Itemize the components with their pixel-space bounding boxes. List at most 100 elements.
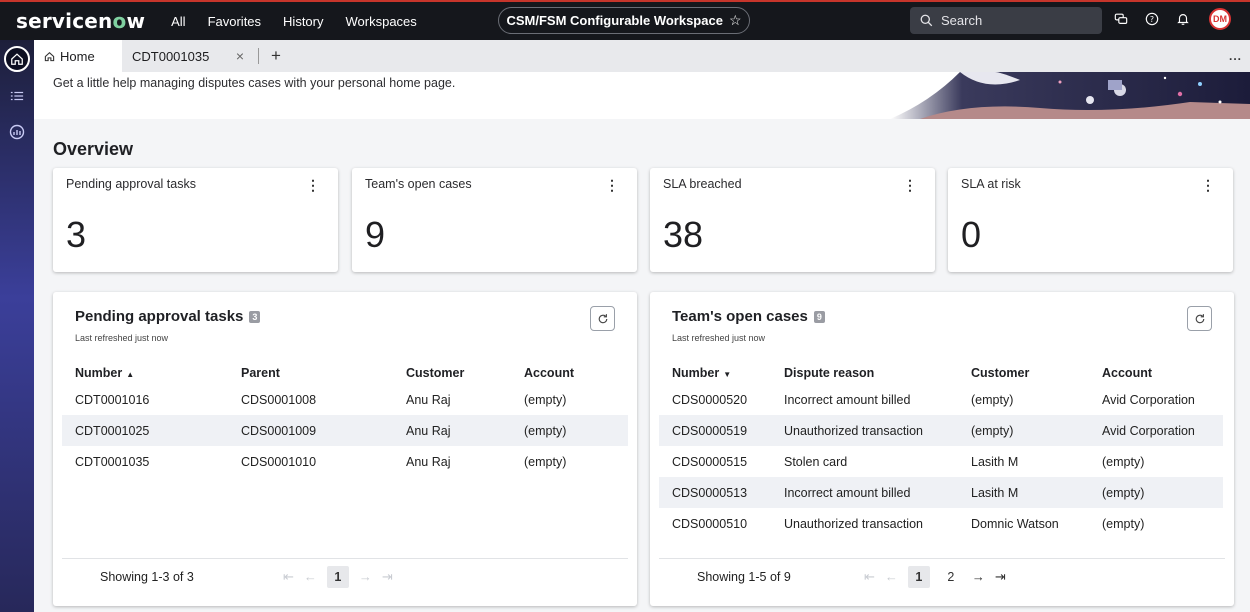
star-icon[interactable]: ☆ xyxy=(729,12,742,29)
kpi-sla-at-risk[interactable]: SLA at risk ⋮ 0 xyxy=(948,168,1233,272)
kebab-menu-icon[interactable]: ⋮ xyxy=(1201,177,1215,194)
table-row: CDS0000520 Incorrect amount billed (empt… xyxy=(659,384,1223,415)
svg-text:?: ? xyxy=(1150,15,1154,24)
col-parent[interactable]: Parent xyxy=(228,362,393,384)
nav-all[interactable]: All xyxy=(171,14,185,29)
close-tab-icon[interactable]: × xyxy=(236,48,244,64)
add-tab-button[interactable]: + xyxy=(263,40,289,72)
parent-link[interactable]: CDS0001009 xyxy=(228,415,393,446)
user-avatar[interactable]: DM xyxy=(1209,8,1231,30)
customer-link[interactable]: Anu Raj xyxy=(393,446,511,477)
help-text: Get a little help managing disputes case… xyxy=(53,76,456,90)
kpi-team-open-cases[interactable]: Team's open cases ⋮ 9 xyxy=(352,168,637,272)
account-link[interactable]: Avid Corporation xyxy=(1089,384,1223,415)
kebab-menu-icon[interactable]: ⋮ xyxy=(306,177,320,194)
table-header: Number ▼ Dispute reason Customer Account xyxy=(659,362,1223,384)
showing-count: Showing 1-3 of 3 xyxy=(100,569,194,584)
number-link[interactable]: CDS0000515 xyxy=(659,446,771,477)
col-customer[interactable]: Customer xyxy=(958,362,1089,384)
account-cell: (empty) xyxy=(511,415,628,446)
sort-desc-icon: ▼ xyxy=(723,370,732,379)
col-number[interactable]: Number ▲ xyxy=(62,362,228,384)
overview-title: Overview xyxy=(53,139,134,159)
number-link[interactable]: CDT0001025 xyxy=(62,415,228,446)
nav-workspaces[interactable]: Workspaces xyxy=(346,14,417,29)
table-row: CDS0000510 Unauthorized transaction Domn… xyxy=(659,508,1223,539)
number-link[interactable]: CDS0000520 xyxy=(659,384,771,415)
tab-home[interactable]: Home xyxy=(34,40,122,72)
col-customer[interactable]: Customer xyxy=(393,362,511,384)
refresh-button[interactable] xyxy=(590,306,615,331)
first-page-icon[interactable]: ⇤ xyxy=(864,569,875,585)
col-account[interactable]: Account xyxy=(1089,362,1223,384)
next-page-icon[interactable]: → xyxy=(972,569,985,584)
parent-link[interactable]: CDS0001010 xyxy=(228,446,393,477)
page-1-button[interactable]: 1 xyxy=(907,565,930,588)
col-account[interactable]: Account xyxy=(511,362,628,384)
rail-analytics[interactable] xyxy=(0,114,34,150)
number-link[interactable]: CDT0001016 xyxy=(62,384,228,415)
panel-title: Pending approval tasks 3 xyxy=(75,308,261,325)
showing-count: Showing 1-5 of 9 xyxy=(697,569,791,584)
kebab-menu-icon[interactable]: ⋮ xyxy=(605,177,619,194)
parent-link[interactable]: CDS0001008 xyxy=(228,384,393,415)
prev-page-icon[interactable]: ← xyxy=(304,569,317,584)
global-search[interactable] xyxy=(910,7,1102,34)
space-illustration xyxy=(890,72,1250,119)
kpi-value: 9 xyxy=(365,214,386,255)
last-page-icon[interactable]: ⇥ xyxy=(382,569,393,585)
table-footer: Showing 1-3 of 3 ⇤ ← 1 → ⇥ xyxy=(62,558,628,594)
number-link[interactable]: CDS0000513 xyxy=(659,477,771,508)
more-menu-button[interactable]: ... xyxy=(1229,49,1242,63)
number-link[interactable]: CDS0000510 xyxy=(659,508,771,539)
col-number[interactable]: Number ▼ xyxy=(659,362,771,384)
tab-record[interactable]: CDT0001035 × xyxy=(122,40,254,72)
top-icons: ? DM xyxy=(1112,8,1231,30)
reason-cell: Incorrect amount billed xyxy=(771,477,958,508)
chat-icon[interactable] xyxy=(1112,10,1130,28)
search-input[interactable] xyxy=(941,13,1081,28)
bell-icon[interactable] xyxy=(1174,10,1192,28)
customer-link[interactable]: Anu Raj xyxy=(393,415,511,446)
account-cell: (empty) xyxy=(524,392,567,407)
analytics-icon xyxy=(9,124,25,140)
account-link[interactable]: Avid Corporation xyxy=(1089,415,1223,446)
number-link[interactable]: CDS0000519 xyxy=(659,415,771,446)
panel-title-text: Pending approval tasks xyxy=(75,308,244,325)
rail-list[interactable] xyxy=(0,78,34,114)
refresh-icon xyxy=(598,313,607,323)
customer-link[interactable]: Anu Raj xyxy=(393,384,511,415)
kebab-menu-icon[interactable]: ⋮ xyxy=(903,177,917,194)
nav-history[interactable]: History xyxy=(283,14,323,29)
customer-link[interactable]: Lasith M xyxy=(958,446,1089,477)
left-rail xyxy=(0,40,34,612)
rail-home[interactable] xyxy=(0,40,34,78)
prev-page-icon[interactable]: ← xyxy=(885,569,898,584)
table-row: CDS0000519 Unauthorized transaction (emp… xyxy=(659,415,1223,446)
reason-cell: Incorrect amount billed xyxy=(784,392,911,407)
next-page-icon[interactable]: → xyxy=(359,569,372,584)
help-icon[interactable]: ? xyxy=(1143,10,1161,28)
workspace-switcher[interactable]: CSM/FSM Configurable Workspace ☆ xyxy=(498,7,750,34)
tab-bar: Home CDT0001035 × + ... xyxy=(34,40,1250,72)
customer-link[interactable]: Domnic Watson xyxy=(958,508,1089,539)
kpi-pending-approval[interactable]: Pending approval tasks ⋮ 3 xyxy=(53,168,338,272)
servicenow-logo[interactable]: servicenow xyxy=(16,9,145,33)
team-open-cases-panel: Team's open cases 9 Last refreshed just … xyxy=(650,292,1234,606)
table-row: CDS0000515 Stolen card Lasith M (empty) xyxy=(659,446,1223,477)
page-1-button[interactable]: 1 xyxy=(326,565,349,588)
reason-cell: Unauthorized transaction xyxy=(771,415,958,446)
home-icon xyxy=(11,53,23,65)
number-link[interactable]: CDT0001035 xyxy=(62,446,228,477)
customer-link[interactable]: Lasith M xyxy=(958,477,1089,508)
last-page-icon[interactable]: ⇥ xyxy=(995,569,1006,585)
kpi-sla-breached[interactable]: SLA breached ⋮ 38 xyxy=(650,168,935,272)
col-dispute-reason[interactable]: Dispute reason xyxy=(771,362,958,384)
refresh-button[interactable] xyxy=(1187,306,1212,331)
kpi-value: 38 xyxy=(663,214,704,255)
first-page-icon[interactable]: ⇤ xyxy=(283,569,294,585)
panel-title: Team's open cases 9 xyxy=(672,308,825,325)
list-icon xyxy=(10,91,24,101)
page-2-button[interactable]: 2 xyxy=(940,566,962,588)
nav-favorites[interactable]: Favorites xyxy=(208,14,261,29)
